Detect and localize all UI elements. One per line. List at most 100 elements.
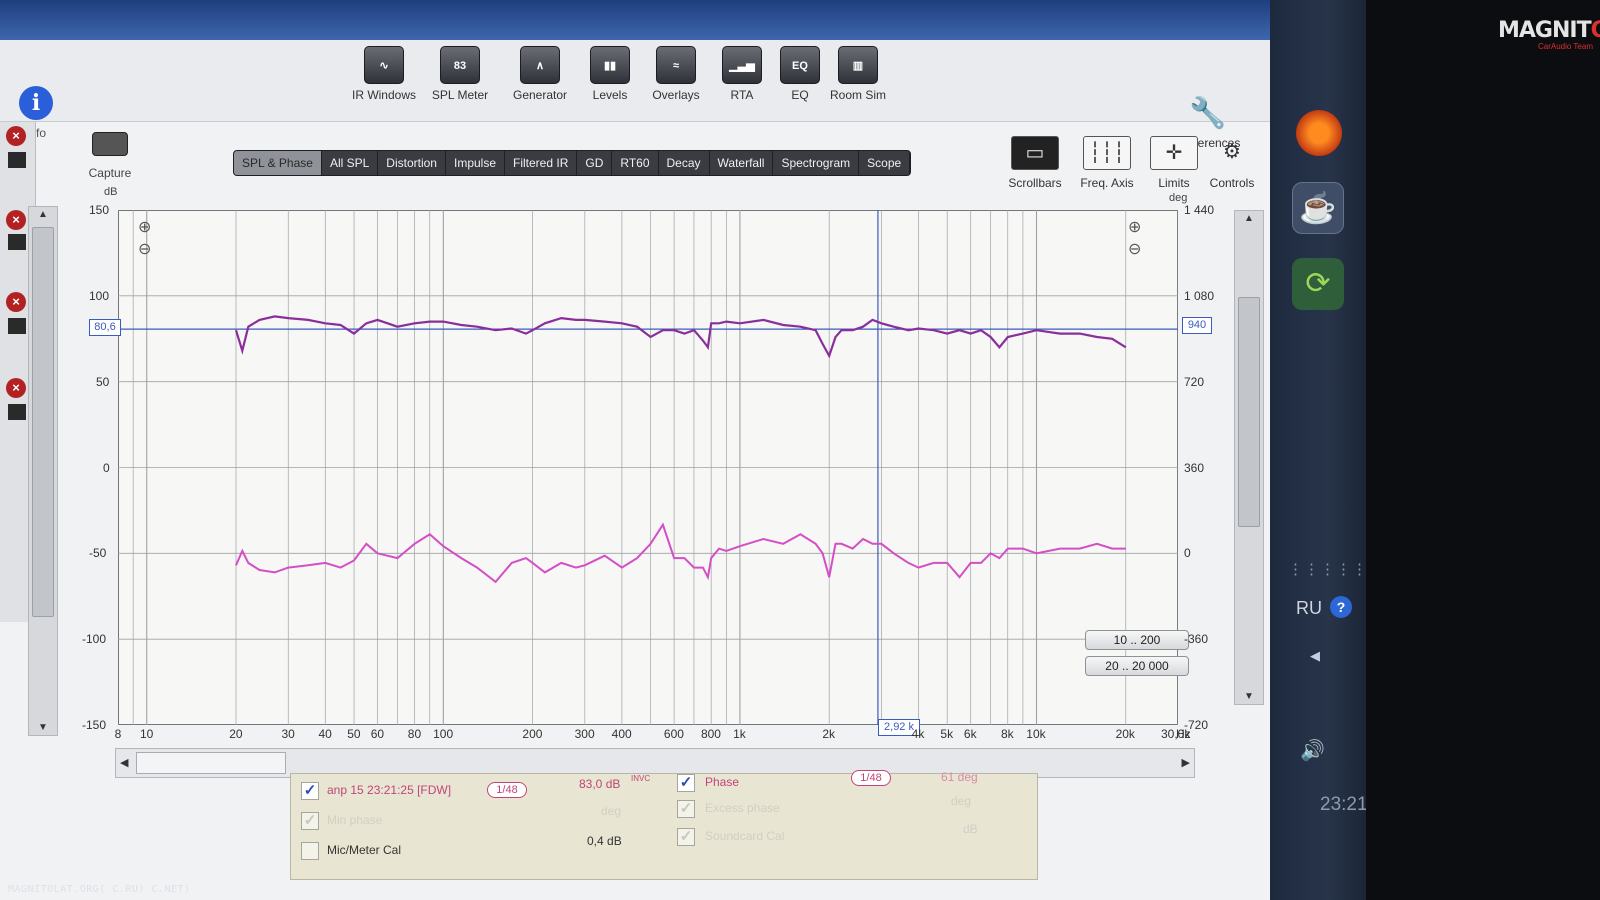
measurement-trace-icon[interactable] <box>8 234 26 250</box>
y-tick-label: 0 <box>103 460 110 475</box>
scroll-left-arrow-icon[interactable]: ◀ <box>120 756 128 769</box>
trace-smoothing-badge[interactable]: 1/48 <box>487 782 527 798</box>
tab-scope[interactable]: Scope <box>859 151 911 175</box>
phase-smoothing-badge[interactable]: 1/48 <box>851 770 891 786</box>
scrollbar-thumb[interactable] <box>32 227 54 617</box>
excess-phase-checkbox[interactable]: ✓ <box>677 800 695 818</box>
zoom-out-icon[interactable]: ⊖ <box>138 241 151 258</box>
ir-windows-button[interactable]: ∿ IR Windows <box>344 46 424 102</box>
right-vertical-scrollbar[interactable]: ▲ ▼ <box>1234 210 1264 705</box>
title-bar <box>0 0 1270 40</box>
phase-visible-checkbox[interactable]: ✓ <box>677 774 695 792</box>
excess-phase-label: Excess phase <box>705 801 780 815</box>
scroll-down-arrow-icon[interactable]: ▼ <box>29 722 57 733</box>
tab-spl-phase[interactable]: SPL & Phase <box>234 151 322 175</box>
volume-icon[interactable]: 🔊 <box>1300 738 1325 763</box>
y-tick-label: -100 <box>82 632 107 647</box>
tab-gd[interactable]: GD <box>577 151 613 175</box>
generator-button[interactable]: ∧ Generator <box>500 46 580 102</box>
measurement-trace-icon[interactable] <box>8 152 26 168</box>
toolbar-label: Room Sim <box>829 88 886 102</box>
scroll-up-arrow-icon[interactable]: ▲ <box>29 209 57 220</box>
show-hidden-icons-icon[interactable]: ◀ <box>1310 648 1320 664</box>
x-tick-label: 1k <box>733 727 746 741</box>
trace-legend-panel: ✓ anp 15 23:21:25 [FDW] 1/48 83,0 dB INV… <box>290 770 1038 880</box>
language-indicator[interactable]: RU <box>1296 598 1322 619</box>
trace-value-flag: INVC <box>631 774 651 783</box>
tab-filtered-ir[interactable]: Filtered IR <box>505 151 578 175</box>
soundcard-cal-value: dB <box>963 822 978 836</box>
y-right-tick-label: -360 <box>1184 632 1209 647</box>
eq-icon: EQ <box>780 46 820 84</box>
y-tick-label: -150 <box>82 718 107 732</box>
zoom-in-icon[interactable]: ⊕ <box>138 219 151 236</box>
mic-cal-checkbox[interactable] <box>301 842 319 860</box>
rew-window: i Info 🔧 Preferences ∿IR Windows83SPL Me… <box>0 0 1270 900</box>
tab-decay[interactable]: Decay <box>659 151 710 175</box>
tab-waterfall[interactable]: Waterfall <box>710 151 774 175</box>
x-tick-label: 20 <box>229 727 243 741</box>
min-phase-value: deg <box>601 804 622 818</box>
scroll-up-arrow-icon[interactable]: ▲ <box>1235 213 1263 224</box>
x-tick-label: 10k <box>1026 727 1046 741</box>
x-tick-label: 8k <box>1000 727 1014 741</box>
range-preset-button[interactable]: 20 .. 20 000 <box>1085 656 1189 676</box>
spl-phase-graph[interactable]: ⊕ ⊖ ⊕ ⊖ <box>118 210 1178 725</box>
java-app-icon[interactable]: ☕ <box>1292 182 1344 234</box>
windows-taskbar: ☕ ⟳ <box>1270 0 1366 900</box>
freq-axis-button[interactable]: ┆┆┆ Freq. Axis <box>1072 136 1142 190</box>
controls-button[interactable]: ⚙ Controls <box>1197 136 1267 190</box>
desktop-background <box>1366 0 1600 900</box>
y-tick-label: 100 <box>89 288 110 303</box>
scroll-down-arrow-icon[interactable]: ▼ <box>1235 691 1263 702</box>
min-phase-label: Min phase <box>327 813 383 827</box>
scrollbar-thumb[interactable] <box>136 752 286 774</box>
mic-cal-label: Mic/Meter Cal <box>327 843 402 857</box>
y-right-tick-label: 360 <box>1184 460 1205 475</box>
tab-spectrogram[interactable]: Spectrogram <box>773 151 860 175</box>
tab-rt60[interactable]: RT60 <box>612 151 659 175</box>
spl-meter-button[interactable]: 83 SPL Meter <box>420 46 500 102</box>
spl-meter-icon: 83 <box>440 46 480 84</box>
scrollbars-button[interactable]: ▭ Scrollbars <box>1000 136 1070 190</box>
tab-impulse[interactable]: Impulse <box>446 151 506 175</box>
zoom-in-icon[interactable]: ⊕ <box>1128 219 1141 236</box>
remove-measurement-icon[interactable]: × <box>6 210 26 230</box>
capture-button[interactable]: Capture <box>80 132 140 180</box>
help-icon[interactable]: ? <box>1330 596 1352 618</box>
sync-app-icon[interactable]: ⟳ <box>1292 258 1344 310</box>
room-sim-button[interactable]: ▥ Room Sim <box>818 46 898 102</box>
controls-label: Controls <box>1209 176 1255 190</box>
tab-all-spl[interactable]: All SPL <box>322 151 379 175</box>
gear-icon: ⚙ <box>1223 141 1241 163</box>
remove-measurement-icon[interactable]: × <box>6 378 26 398</box>
zoom-out-icon[interactable]: ⊖ <box>1128 241 1141 258</box>
tab-distortion[interactable]: Distortion <box>378 151 446 175</box>
min-phase-checkbox[interactable]: ✓ <box>301 812 319 830</box>
overlays-icon: ≈ <box>656 46 696 84</box>
trace-visible-checkbox[interactable]: ✓ <box>301 782 319 800</box>
x-tick-label: 800 <box>700 727 721 741</box>
taskbar-clock[interactable]: 23:21 <box>1320 794 1368 816</box>
levels-icon: ▮▮ <box>590 46 630 84</box>
firefox-icon[interactable] <box>1296 110 1342 156</box>
measurement-trace-icon[interactable] <box>8 318 26 334</box>
limits-label: Limits <box>1158 176 1190 190</box>
scrollbar-thumb[interactable] <box>1238 297 1260 527</box>
measurement-trace-icon[interactable] <box>8 404 26 420</box>
ir-windows-icon: ∿ <box>364 46 404 84</box>
left-vertical-scrollbar[interactable]: ▲ ▼ <box>28 206 58 736</box>
mic-cal-value: 0,4 dB <box>587 834 622 848</box>
scroll-right-arrow-icon[interactable]: ▶ <box>1182 756 1190 769</box>
capture-label: Capture <box>88 166 132 180</box>
x-tick-label: 2k <box>822 727 836 741</box>
x-tick-label: 300 <box>574 727 595 741</box>
range-preset-button[interactable]: 10 .. 200 <box>1085 630 1189 650</box>
trace-name: anp 15 23:21:25 [FDW] <box>327 783 452 797</box>
x-tick-label: 40 <box>318 727 332 741</box>
x-tick-label: 8 <box>114 727 122 741</box>
soundcard-cal-checkbox[interactable]: ✓ <box>677 828 695 846</box>
remove-measurement-icon[interactable]: × <box>6 126 26 146</box>
remove-measurement-icon[interactable]: × <box>6 292 26 312</box>
trace-spl-value: 83,0 dB <box>579 777 621 791</box>
